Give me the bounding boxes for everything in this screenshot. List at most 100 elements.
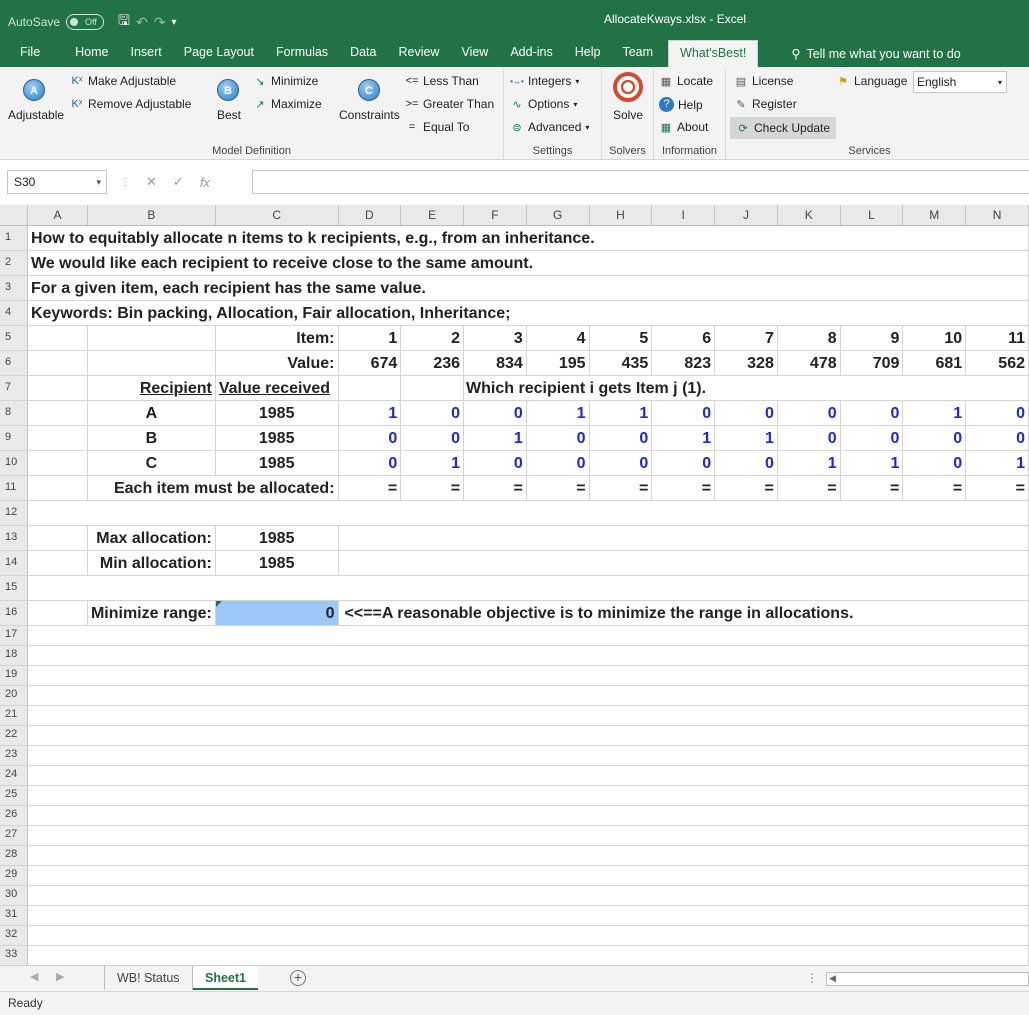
eq-cell[interactable]: =	[651, 475, 716, 501]
item-number[interactable]: 6	[651, 325, 716, 351]
eq-cell[interactable]: =	[902, 475, 967, 501]
scroll-right-icon[interactable]: ▶	[56, 970, 64, 983]
item-value[interactable]: 236	[400, 350, 465, 376]
cell-a3[interactable]: For a given item, each recipient has the…	[27, 275, 1029, 301]
autosave-toggle[interactable]: Off	[66, 14, 105, 30]
confirm-icon[interactable]: ✓	[173, 174, 184, 190]
alloc-cell[interactable]: 1	[526, 400, 590, 426]
alloc-cell[interactable]: 1	[463, 425, 527, 451]
maximize-button[interactable]: ↗ Maximize	[253, 97, 321, 111]
alloc-cell[interactable]: 0	[777, 400, 841, 426]
alloc-cell[interactable]: 1	[338, 400, 402, 426]
tab-file[interactable]: File	[0, 40, 64, 67]
tab-data[interactable]: Data	[339, 40, 387, 67]
eq-cell[interactable]: =	[840, 475, 904, 501]
save-icon[interactable]: 🖫	[118, 10, 130, 34]
col-header[interactable]: H	[589, 205, 653, 226]
item-value[interactable]: 709	[840, 350, 904, 376]
value-received[interactable]: 1985	[215, 450, 339, 476]
alloc-cell[interactable]: 1	[777, 450, 841, 476]
item-number[interactable]: 8	[777, 325, 841, 351]
item-number[interactable]: 3	[463, 325, 527, 351]
col-header[interactable]: C	[215, 205, 339, 226]
eq-cell[interactable]: =	[526, 475, 590, 501]
alloc-cell[interactable]: 0	[965, 400, 1029, 426]
item-value[interactable]: 562	[965, 350, 1029, 376]
item-label[interactable]: Item:	[215, 325, 339, 351]
item-number[interactable]: 4	[526, 325, 590, 351]
alloc-cell[interactable]: 0	[400, 425, 465, 451]
adjustable-button[interactable]: Adjustable	[8, 108, 64, 122]
eq-cell[interactable]: =	[338, 475, 402, 501]
tab-view[interactable]: View	[450, 40, 499, 67]
max-allocation-label[interactable]: Max allocation:	[87, 525, 216, 551]
alloc-cell[interactable]: 0	[589, 425, 653, 451]
horizontal-scrollbar[interactable]: ◀	[826, 972, 1029, 986]
add-sheet-icon[interactable]: +	[290, 970, 306, 986]
cell-a4[interactable]: Keywords: Bin packing, Allocation, Fair …	[27, 300, 1029, 326]
item-number[interactable]: 5	[589, 325, 653, 351]
tab-formulas[interactable]: Formulas	[265, 40, 339, 67]
locate-button[interactable]: ▦ Locate	[659, 74, 713, 88]
col-header[interactable]: L	[840, 205, 904, 226]
col-header[interactable]: N	[965, 205, 1029, 226]
col-header[interactable]: I	[651, 205, 716, 226]
function-icon[interactable]: fx	[200, 175, 210, 190]
item-value[interactable]: 478	[777, 350, 841, 376]
col-header[interactable]: A	[27, 205, 88, 226]
col-header[interactable]: E	[400, 205, 465, 226]
customize-qat-icon[interactable]: ▾	[171, 17, 176, 28]
minimize-range-value[interactable]: 0	[215, 600, 339, 626]
item-value[interactable]: 834	[463, 350, 527, 376]
alloc-cell[interactable]: 0	[651, 450, 716, 476]
col-header[interactable]: K	[777, 205, 841, 226]
alloc-cell[interactable]: 1	[651, 425, 716, 451]
alloc-cell[interactable]: 0	[840, 400, 904, 426]
value-received-header[interactable]: Value received	[215, 375, 339, 401]
alloc-cell[interactable]: 1	[400, 450, 465, 476]
item-value[interactable]: 681	[902, 350, 967, 376]
tab-team[interactable]: Team	[611, 40, 664, 67]
tab-home[interactable]: Home	[64, 40, 119, 67]
constraints-icon[interactable]: C	[358, 79, 380, 101]
item-value[interactable]: 195	[526, 350, 590, 376]
col-header[interactable]: M	[902, 205, 967, 226]
undo-icon[interactable]: ↶	[136, 14, 148, 31]
item-value[interactable]: 435	[589, 350, 653, 376]
alloc-cell[interactable]: 0	[714, 400, 778, 426]
about-button[interactable]: ▦ About	[659, 120, 709, 134]
value-received[interactable]: 1985	[215, 425, 339, 451]
col-header[interactable]: J	[714, 205, 778, 226]
alloc-cell[interactable]: 0	[840, 425, 904, 451]
alloc-cell[interactable]: 0	[589, 450, 653, 476]
item-value[interactable]: 674	[338, 350, 402, 376]
alloc-cell[interactable]: 1	[902, 400, 967, 426]
alloc-cell[interactable]: 0	[338, 450, 402, 476]
alloc-cell[interactable]: 1	[840, 450, 904, 476]
tab-page-layout[interactable]: Page Layout	[173, 40, 265, 67]
recipient-name[interactable]: B	[87, 425, 216, 451]
which-recipient-header[interactable]: Which recipient i gets Item j (1).	[463, 375, 1029, 401]
item-number[interactable]: 2	[400, 325, 465, 351]
col-header[interactable]: F	[463, 205, 527, 226]
eq-cell[interactable]: =	[589, 475, 653, 501]
col-header[interactable]: B	[87, 205, 216, 226]
license-button[interactable]: ▤ License	[734, 74, 794, 88]
alloc-cell[interactable]: 0	[714, 450, 778, 476]
eq-cell[interactable]: =	[400, 475, 465, 501]
minimize-range-label[interactable]: Minimize range:	[87, 600, 216, 626]
check-update-button[interactable]: ⟳ Check Update	[730, 117, 837, 139]
constraints-button[interactable]: Constraints	[339, 108, 400, 122]
alloc-cell[interactable]: 0	[400, 400, 465, 426]
tab-add-ins[interactable]: Add-ins	[499, 40, 563, 67]
recipient-name[interactable]: A	[87, 400, 216, 426]
best-button[interactable]: Best	[217, 108, 241, 122]
alloc-cell[interactable]: 0	[902, 425, 967, 451]
integers-button[interactable]: •↔• Integers ▾	[510, 74, 579, 88]
eq-cell[interactable]: =	[777, 475, 841, 501]
alloc-cell[interactable]: 1	[965, 450, 1029, 476]
item-number[interactable]: 1	[338, 325, 402, 351]
cell-a1[interactable]: How to equitably allocate n items to k r…	[27, 225, 1029, 251]
solve-icon[interactable]	[613, 72, 643, 102]
adjustable-icon[interactable]: A	[23, 79, 45, 101]
